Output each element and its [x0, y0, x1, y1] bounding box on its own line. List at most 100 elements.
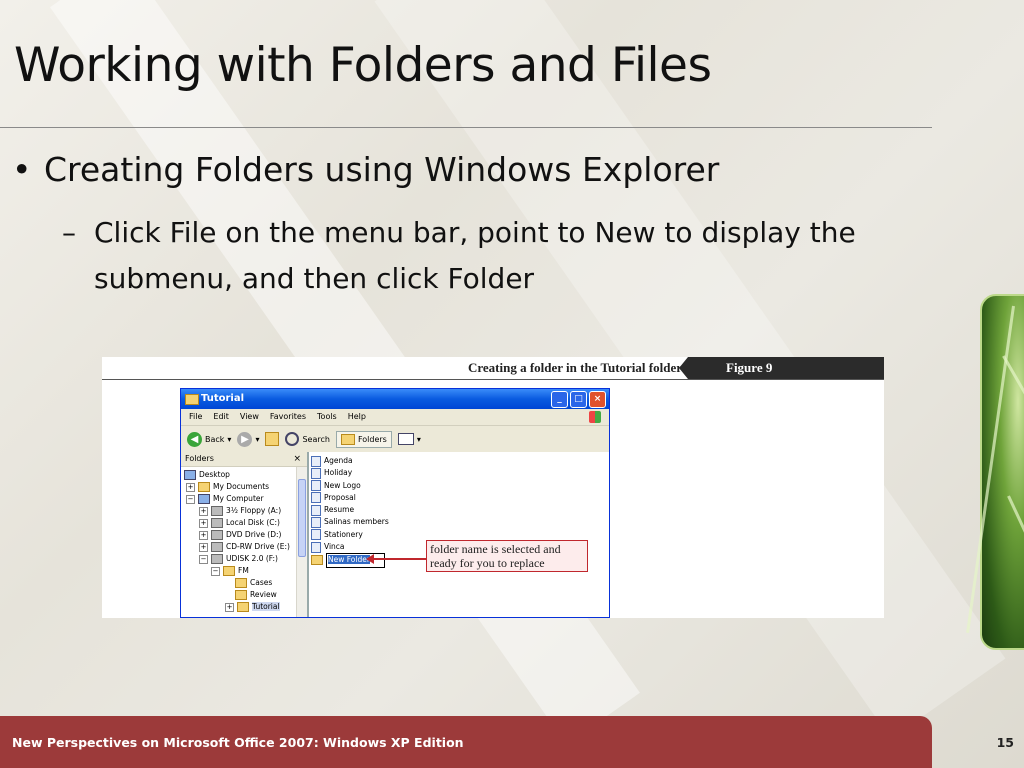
image-file-icon	[311, 467, 321, 479]
floppy-drive-icon	[211, 506, 223, 516]
minimize-button[interactable]: _	[551, 391, 568, 408]
search-button[interactable]: Search	[285, 432, 330, 446]
dropdown-arrow-icon: ▾	[416, 434, 421, 444]
callout-box: folder name is selected and ready for yo…	[426, 540, 588, 572]
new-folder-name-input[interactable]: New Folder	[326, 553, 385, 568]
figure-screenshot: Creating a folder in the Tutorial folder…	[102, 357, 884, 618]
image-file-icon	[311, 541, 321, 553]
close-pane-icon[interactable]: ×	[293, 452, 301, 466]
menu-view[interactable]: View	[240, 409, 259, 425]
tree-item-fm[interactable]: − FM	[181, 565, 307, 577]
expand-icon[interactable]: +	[225, 602, 234, 612]
expand-icon[interactable]: +	[186, 482, 195, 492]
figure-caption-bar: Creating a folder in the Tutorial folder…	[102, 357, 884, 380]
file-item[interactable]: New Logo	[311, 480, 609, 492]
tree-item-my-documents[interactable]: + My Documents	[181, 481, 307, 493]
explorer-panes: Folders × Desktop + My Documents − My Comp…	[181, 452, 609, 617]
expand-icon[interactable]: +	[199, 542, 208, 552]
back-label: Back	[205, 434, 225, 444]
folders-pane: Folders × Desktop + My Documents − My Comp…	[181, 452, 309, 617]
close-button[interactable]: ×	[589, 391, 606, 408]
folder-open-icon	[237, 602, 249, 612]
hard-drive-icon	[211, 518, 223, 528]
folders-icon	[340, 433, 355, 445]
folder-icon	[311, 555, 323, 566]
back-button[interactable]: ◀ Back ▾	[187, 431, 231, 447]
folders-pane-header: Folders ×	[181, 452, 307, 467]
up-folder-icon[interactable]	[265, 432, 280, 446]
file-item[interactable]: Agenda	[311, 455, 609, 467]
tree-item-my-computer[interactable]: − My Computer	[181, 493, 307, 505]
bullet-dash: –	[62, 216, 76, 249]
image-file-icon	[311, 480, 321, 492]
folders-label: Folders	[357, 434, 387, 444]
tree-item-cdrw-drive[interactable]: + CD-RW Drive (E:)	[181, 541, 307, 553]
new-folder-name-selected: New Folder	[328, 555, 370, 565]
menu-favorites[interactable]: Favorites	[270, 409, 306, 425]
tree-item-review[interactable]: Review	[181, 589, 307, 601]
folders-pane-title: Folders	[185, 454, 214, 463]
collapse-icon[interactable]: −	[186, 494, 195, 504]
file-item[interactable]: Proposal	[311, 492, 609, 504]
folder-icon	[185, 394, 199, 405]
folders-button[interactable]: Folders	[335, 430, 392, 448]
bullet-level2-text: Click File on the menu bar, point to New…	[94, 216, 856, 295]
footer-text: New Perspectives on Microsoft Office 200…	[12, 735, 464, 750]
word-document-icon	[311, 455, 321, 467]
leaf-vein	[966, 305, 1015, 633]
forward-arrow-icon: ▶	[237, 431, 253, 447]
folder-icon	[198, 482, 210, 492]
forward-button[interactable]: ▶ ▾	[237, 431, 260, 447]
bullet-dot: •	[12, 150, 32, 189]
scrollbar-thumb[interactable]	[298, 479, 306, 557]
bullet-level2: – Click File on the menu bar, point to N…	[62, 210, 922, 302]
usb-drive-icon	[211, 554, 223, 564]
dropdown-arrow-icon: ▾	[255, 434, 260, 444]
menu-bar: File Edit View Favorites Tools Help	[181, 409, 609, 426]
expand-icon[interactable]: +	[199, 506, 208, 516]
tree-item-floppy[interactable]: +3½ Floppy (A:)	[181, 505, 307, 517]
search-label: Search	[302, 434, 330, 444]
leaf-decoration-image	[966, 294, 1024, 650]
menu-tools[interactable]: Tools	[317, 409, 337, 425]
file-item[interactable]: Holiday	[311, 467, 609, 479]
leaf-vein	[1007, 495, 1024, 597]
tree-item-desktop[interactable]: Desktop	[181, 469, 307, 481]
expand-icon[interactable]: +	[199, 518, 208, 528]
image-file-icon	[311, 529, 321, 541]
expand-icon[interactable]: +	[199, 530, 208, 540]
file-item[interactable]: Salinas members	[311, 516, 609, 528]
tree-item-cases[interactable]: Cases	[181, 577, 307, 589]
collapse-icon[interactable]: −	[211, 566, 220, 576]
menu-edit[interactable]: Edit	[213, 409, 229, 425]
folder-icon	[235, 590, 247, 600]
callout-arrowhead	[366, 554, 374, 564]
collapse-icon[interactable]: −	[199, 554, 208, 564]
contents-pane: Agenda Holiday New Logo Proposal Resume …	[311, 452, 609, 617]
explorer-window: Tutorial _ □ × File Edit View Favorites …	[180, 388, 610, 618]
word-document-icon	[311, 504, 321, 516]
file-item[interactable]: Resume	[311, 504, 609, 516]
dvd-drive-icon	[211, 530, 223, 540]
figure-caption: Creating a folder in the Tutorial folder	[467, 360, 682, 375]
tree-item-dvd-drive[interactable]: + DVD Drive (D:)	[181, 529, 307, 541]
search-icon	[285, 432, 300, 446]
desktop-icon	[184, 470, 196, 480]
cd-drive-icon	[211, 542, 223, 552]
menu-help[interactable]: Help	[348, 409, 366, 425]
folders-pane-scrollbar[interactable]	[296, 467, 307, 617]
windows-logo-icon	[589, 411, 601, 423]
tree-item-local-disk[interactable]: + Local Disk (C:)	[181, 517, 307, 529]
folder-icon	[223, 566, 235, 576]
bullet-level1: • Creating Folders using Windows Explorer	[12, 150, 719, 189]
maximize-button[interactable]: □	[570, 391, 587, 408]
menu-file[interactable]: File	[189, 409, 202, 425]
views-button[interactable]: ▾	[397, 433, 421, 445]
title-divider	[0, 127, 932, 128]
page-number: 15	[996, 735, 1014, 750]
tree-item-tutorial[interactable]: + Tutorial	[181, 601, 307, 613]
window-titlebar[interactable]: Tutorial _ □ ×	[181, 389, 609, 409]
tree-item-udisk[interactable]: − UDISK 2.0 (F:)	[181, 553, 307, 565]
window-controls: _ □ ×	[551, 391, 606, 408]
callout-pointer-line	[372, 558, 430, 560]
